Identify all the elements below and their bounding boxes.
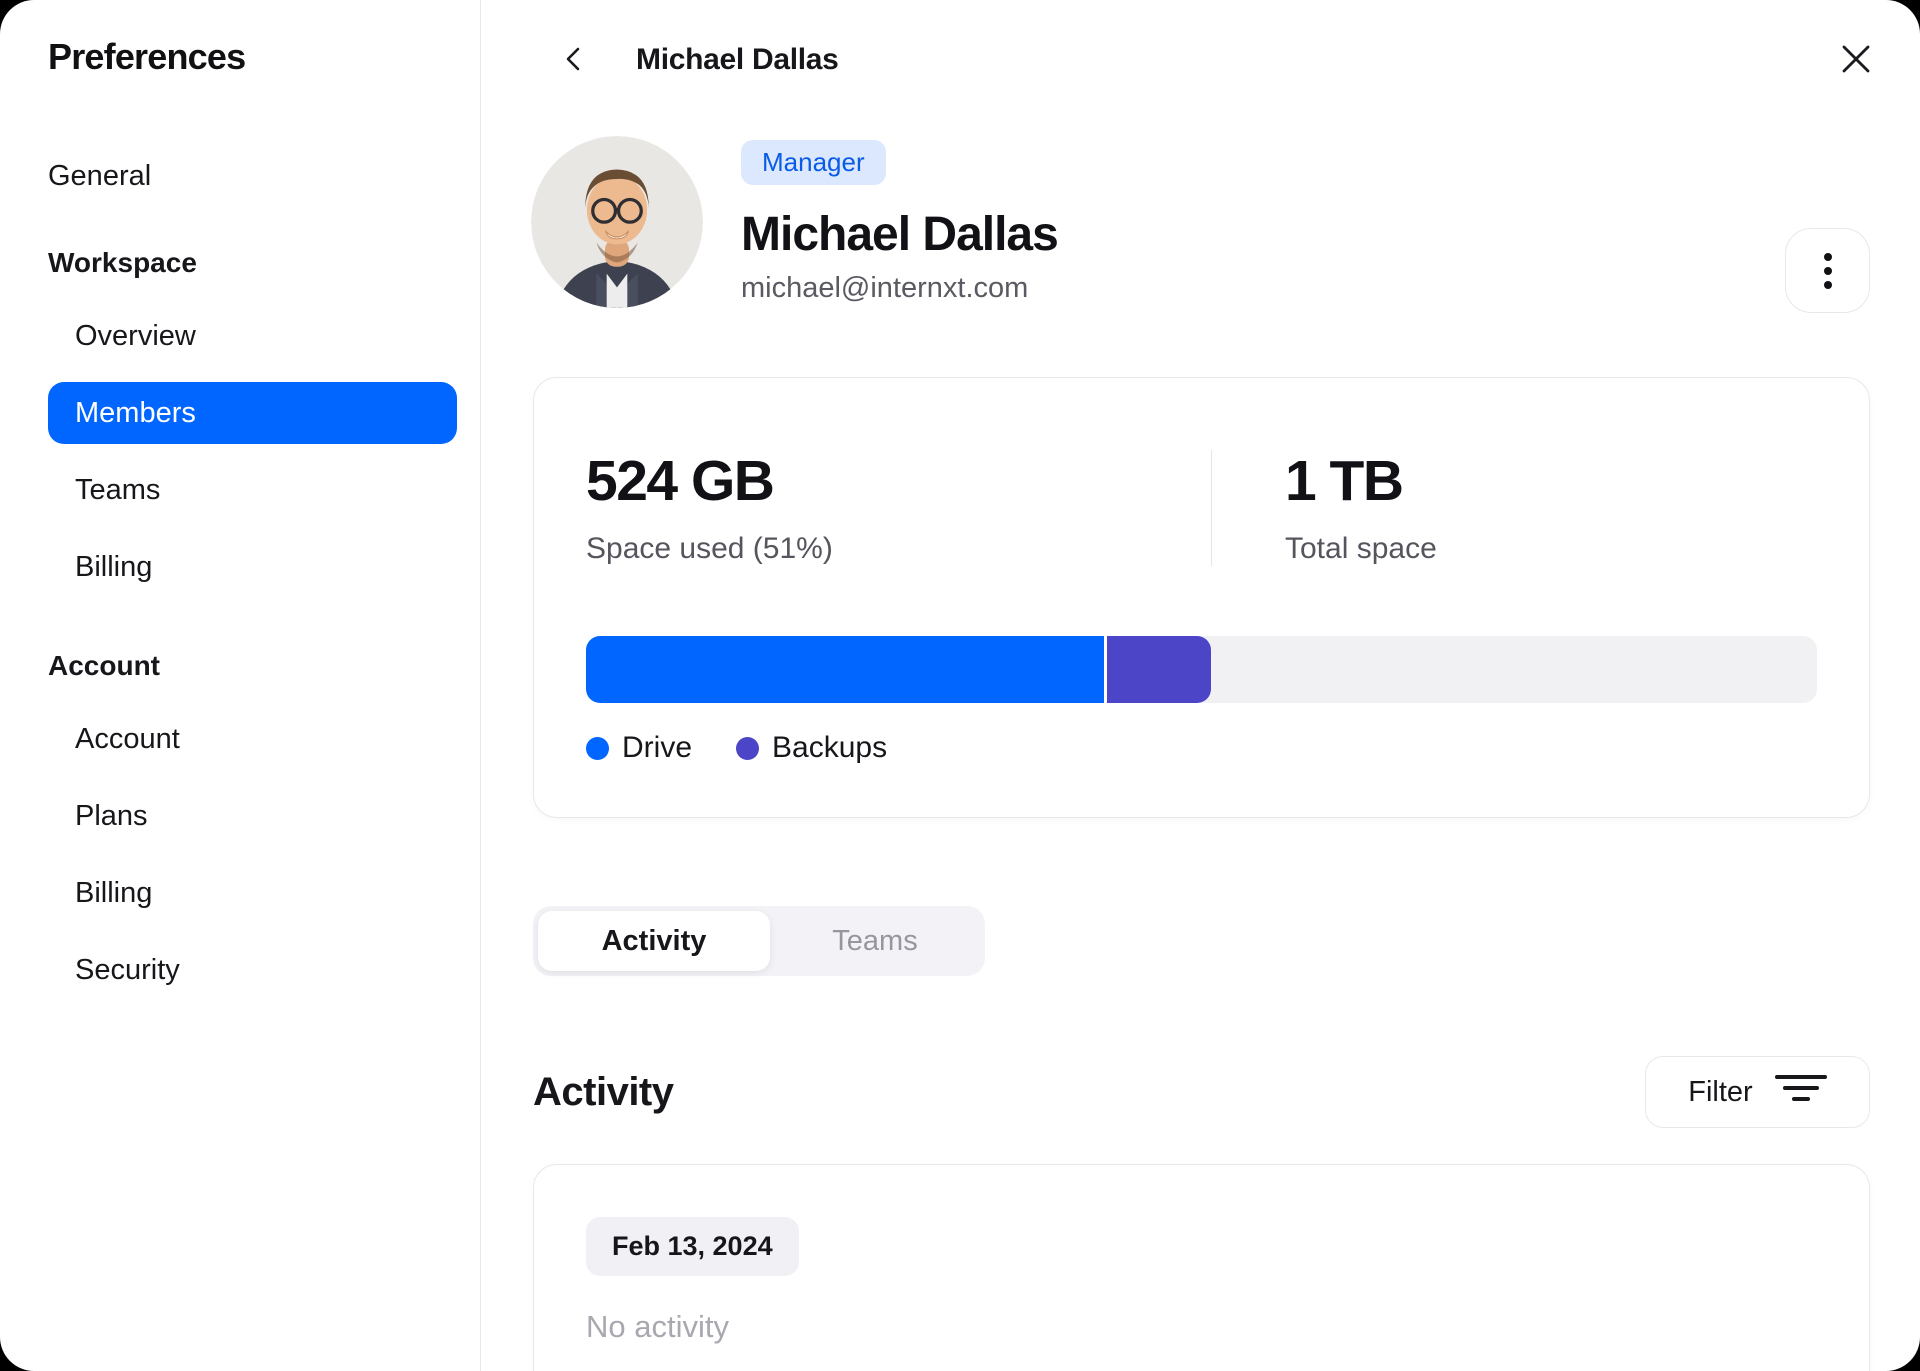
tab-teams[interactable]: Teams: [770, 911, 980, 971]
total-space-value: 1 TB: [1285, 449, 1404, 513]
sidebar-item-general[interactable]: General: [48, 145, 457, 207]
sidebar-item-account[interactable]: Account: [48, 708, 457, 770]
backups-usage-segment: [1106, 636, 1212, 703]
member-detail-panel: Michael Dallas Manager Michael Dallas mi…: [481, 0, 1920, 1371]
sidebar-item-security[interactable]: Security: [48, 939, 457, 1001]
drive-legend-label: Drive: [622, 731, 693, 764]
sidebar-item-plans[interactable]: Plans: [48, 785, 457, 847]
tab-activity[interactable]: Activity: [538, 911, 770, 971]
sidebar-item-teams[interactable]: Teams: [48, 459, 457, 521]
close-button[interactable]: [1839, 42, 1873, 79]
space-used-stat: 524 GB Space used (51%): [586, 450, 1211, 566]
sidebar-item-billing-account[interactable]: Billing: [48, 862, 457, 924]
filter-button[interactable]: Filter: [1645, 1056, 1870, 1128]
member-email: michael@internxt.com: [741, 272, 1029, 304]
sidebar-section-workspace: Workspace: [48, 247, 197, 278]
sidebar-item-overview[interactable]: Overview: [48, 305, 457, 367]
member-name: Michael Dallas: [741, 208, 1059, 261]
detail-tabs: Activity Teams: [533, 906, 985, 976]
storage-stats: 524 GB Space used (51%) 1 TB Total space: [586, 450, 1817, 566]
storage-card: 524 GB Space used (51%) 1 TB Total space…: [533, 377, 1870, 818]
sidebar-title: Preferences: [48, 36, 246, 77]
sidebar-item-members[interactable]: Members: [48, 382, 457, 444]
total-space-stat: 1 TB Total space: [1212, 450, 1437, 566]
legend-item-backups: Backups: [736, 731, 887, 765]
preferences-window: Preferences General Workspace Overview M…: [0, 0, 1920, 1371]
profile-row: Manager Michael Dallas michael@internxt.…: [481, 120, 1920, 313]
sidebar: Preferences General Workspace Overview M…: [0, 0, 481, 1371]
avatar: [531, 136, 703, 308]
close-icon: [1839, 42, 1873, 79]
activity-empty-text: No activity: [586, 1309, 729, 1344]
chevron-left-icon: [559, 42, 589, 79]
role-badge: Manager: [741, 140, 886, 185]
detail-header: Michael Dallas: [481, 0, 1920, 120]
back-button[interactable]: [559, 42, 589, 79]
storage-legend: Drive Backups: [586, 731, 1817, 765]
activity-card: Feb 13, 2024 No activity: [533, 1164, 1870, 1371]
profile-info: Manager Michael Dallas michael@internxt.…: [741, 136, 1059, 305]
activity-heading: Activity: [533, 1069, 674, 1114]
activity-header: Activity Filter: [533, 1056, 1870, 1128]
member-options-button[interactable]: [1785, 228, 1870, 313]
activity-date-chip: Feb 13, 2024: [586, 1217, 799, 1276]
filter-button-label: Filter: [1688, 1075, 1753, 1108]
total-space-label: Total space: [1285, 532, 1437, 565]
space-used-value: 524 GB: [586, 449, 775, 513]
sidebar-section-account: Account: [48, 650, 160, 681]
sidebar-item-billing[interactable]: Billing: [48, 536, 457, 598]
space-used-label: Space used (51%): [586, 532, 833, 565]
drive-usage-segment: [586, 636, 1107, 703]
drive-legend-dot: [586, 736, 609, 760]
storage-usage-bar: [586, 636, 1817, 703]
legend-item-drive: Drive: [586, 731, 692, 765]
sidebar-nav: General Workspace Overview Members Teams…: [0, 145, 480, 1001]
kebab-icon: [1823, 252, 1832, 261]
header-title: Michael Dallas: [636, 43, 839, 76]
filter-lines-icon: [1774, 1071, 1827, 1113]
backups-legend-label: Backups: [772, 731, 888, 764]
backups-legend-dot: [736, 736, 760, 760]
